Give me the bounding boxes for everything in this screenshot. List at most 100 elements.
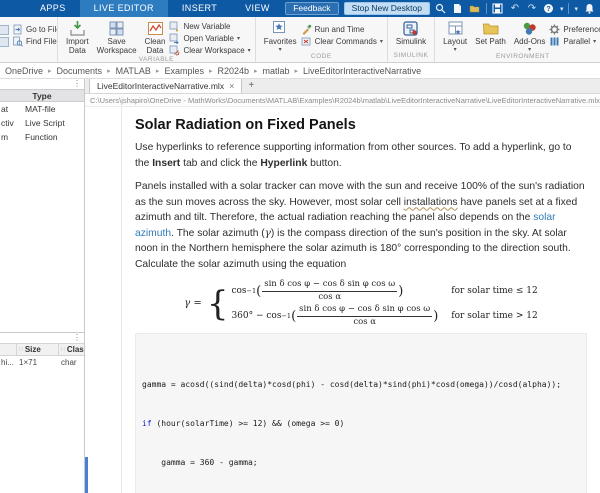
variable-size: 1×71 [16,358,58,367]
file-name: m [0,132,25,142]
size-column-header[interactable]: ∷ Size [16,344,58,355]
preferences-gear-icon [549,24,560,35]
tab-apps[interactable]: APPS [26,0,80,17]
code-line[interactable]: gamma = acosd((sind(delta)*cosd(phi) - c… [142,378,580,391]
save-icon[interactable] [492,3,504,15]
set-path-button[interactable]: Set Path [471,19,510,47]
tab-view[interactable]: VIEW [231,0,284,17]
document-tab[interactable]: LiveEditorInteractiveNarrative.mlx × [89,79,242,93]
toolstrip-section-code: Favorites ▾ Run and Time Clear Co [256,17,388,62]
parallel-bars-icon [549,36,560,47]
clear-commands-label: Clear Commands [315,37,377,46]
breadcrumb: OneDrive▸ Documents▸ MATLAB▸ Examples▸ R… [0,63,600,79]
code-line[interactable]: gamma = 360 - gamma; [142,456,580,469]
line-number-gutter [85,107,121,493]
class-column-label: Clas [67,345,84,354]
tab-insert[interactable]: INSERT [168,0,231,17]
code-line[interactable]: if (hour(solarTime) >= 12) && (omega >= … [142,417,580,430]
azimuth-equation[interactable]: γ = { cos−1(sin δ cos φ − cos δ sin φ co… [135,280,587,327]
clear-workspace-caret-icon: ▾ [248,47,251,54]
breadcrumb-matlab[interactable]: MATLAB [116,66,151,76]
import-data-button[interactable]: Import Data [62,19,93,56]
paragraph-hyperlinks[interactable]: Use hyperlinks to reference supporting i… [135,140,587,171]
breadcrumb-liveeditor-folder[interactable]: LiveEditorInteractiveNarrative [303,66,421,76]
ribbon-tab-bar: APPS LIVE EDITOR INSERT VIEW Feedback St… [0,0,600,17]
denominator: cos α [353,317,376,328]
tab-live-editor[interactable]: LIVE EDITOR [80,0,168,17]
equation-lhs: γ = [184,298,202,309]
file-row[interactable]: ctiv Live Script [0,116,84,130]
layout-button[interactable]: Layout ▾ [439,19,471,53]
panel-menu-icon[interactable]: ⋮ [73,80,81,88]
document-title[interactable]: Solar Radiation on Fixed Panels [135,117,587,133]
clear-workspace-button[interactable]: Clear Workspace ▾ [169,45,250,56]
search-icon[interactable] [435,3,447,15]
save-workspace-icon [108,20,125,37]
redo-icon[interactable]: ↷ [526,3,538,15]
new-script-icon[interactable] [452,3,464,15]
add-ons-button[interactable]: Add-Ons ▾ [510,19,550,53]
preferences-button[interactable]: Preferences [549,24,600,35]
simulink-section-label: SIMULINK [392,52,430,62]
code-text: gamma = acosd((sind(delta)*cosd(phi) - c… [142,380,561,389]
simulink-button[interactable]: Simulink [392,19,430,47]
clear-commands-button[interactable]: Clear Commands ▾ [301,36,383,47]
parallel-button[interactable]: Parallel ▾ [549,36,600,47]
code-section-azimuth: 26 27 28 29 30 gamma = acosd((sind(delta… [135,333,587,493]
help-caret-icon[interactable]: ▾ [560,5,564,13]
run-and-time-button[interactable]: Run and Time [301,24,383,35]
save-workspace-button[interactable]: Save Workspace [93,19,141,56]
close-tab-icon[interactable]: × [229,82,234,91]
toolstrip-section-simulink: Simulink SIMULINK [388,17,435,62]
overflow-caret-icon[interactable]: ▾ [574,5,578,13]
text-run: tab and click the [180,158,260,169]
document-content: Solar Radiation on Fixed Panels Use hype… [121,107,600,493]
breadcrumb-documents[interactable]: Documents [57,66,103,76]
breadcrumb-onedrive[interactable]: OneDrive [5,66,43,76]
undo-icon[interactable]: ↶ [509,3,521,15]
favorites-button[interactable]: Favorites ▾ [260,19,301,53]
breadcrumb-r2024b[interactable]: R2024b [217,66,249,76]
go-to-file-button[interactable]: Go to File [0,24,53,35]
code-text: (hour(solarTime) >= 12) && (omega >= 0) [152,419,345,428]
file-row[interactable]: m Function [0,130,84,144]
feedback-button[interactable]: Feedback [285,2,338,15]
add-ons-caret-icon: ▾ [528,47,531,54]
code-block[interactable]: 26 27 28 29 30 gamma = acosd((sind(delta… [135,333,587,493]
class-column-header[interactable]: ∷ Clas [58,344,84,355]
breadcrumb-examples[interactable]: Examples [164,66,204,76]
environment-section-stack: Preferences Parallel ▾ [549,19,600,47]
file-row[interactable]: at MAT-file [0,102,84,116]
new-variable-label: New Variable [183,22,230,31]
main-area: ⋮ Type at MAT-file ctiv Live Script m Fu… [0,79,600,493]
open-variable-button[interactable]: Open Variable ▾ [169,33,250,44]
panel-menu-icon[interactable]: ⋮ [73,334,81,342]
equation-case-1: cos−1(sin δ cos φ − cos δ sin φ cos ωcos… [231,280,438,302]
workspace-row[interactable]: hi... 1×71 char [0,356,84,369]
paragraph-solar-azimuth[interactable]: Panels installed with a solar tracker ca… [135,179,587,272]
favorites-caret-icon: ▾ [279,47,282,54]
notifications-bell-icon[interactable] [583,3,595,15]
file-type: Live Script [25,118,84,128]
paren: ) [433,309,438,324]
breadcrumb-matlab-folder[interactable]: matlab [263,66,290,76]
fraction: sin δ cos φ − cos δ sin φ cos ωcos α [297,305,432,327]
matlab-window: APPS LIVE EDITOR INSERT VIEW Feedback St… [0,0,600,493]
stop-new-desktop-button[interactable]: Stop New Desktop [344,2,430,15]
find-files-button[interactable]: Find Files [0,36,53,47]
new-tab-button[interactable]: + [242,79,260,93]
ribbon-divider [568,3,569,14]
find-files-icon [12,36,23,47]
help-menu-icon[interactable]: ? [543,3,555,15]
new-variable-button[interactable]: New Variable [169,21,250,32]
workspace-panel-header: ⋮ [0,333,84,343]
file-section-label [4,47,53,57]
favorites-label: Favorites [264,38,297,47]
type-column-header[interactable]: Type [0,89,84,102]
open-folder-icon[interactable] [469,3,481,15]
clean-data-button[interactable]: Clean Data [141,19,170,56]
add-ons-label: Add-Ons [514,38,546,47]
environment-section-label: ENVIRONMENT [439,53,600,62]
code-section-body: Favorites ▾ Run and Time Clear Co [260,19,383,53]
file-path-bar: C:\Users\jshapiro\OneDrive - MathWorks\D… [85,94,600,107]
